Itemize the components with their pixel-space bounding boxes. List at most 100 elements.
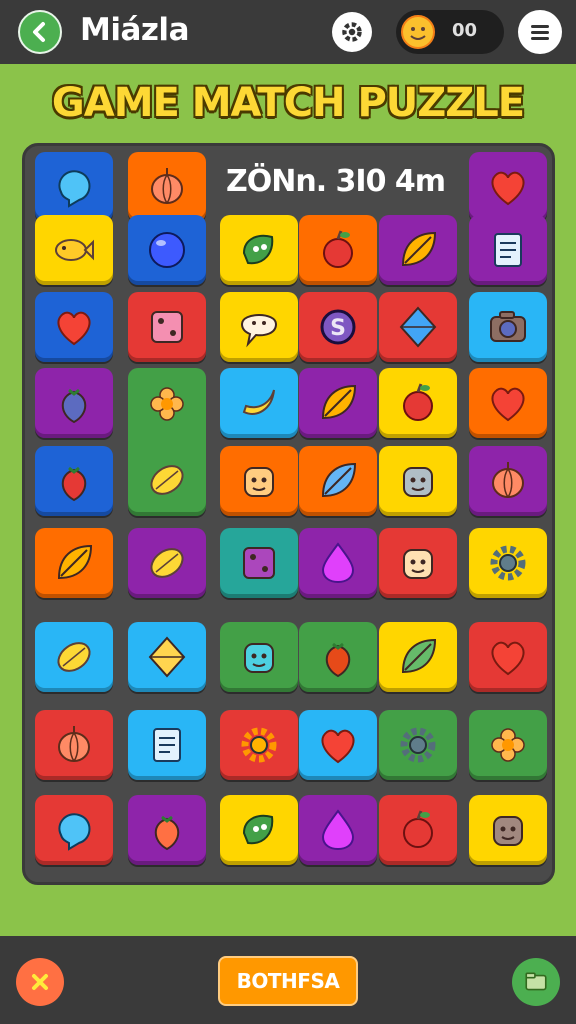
speech-bubble-icon	[240, 314, 278, 348]
tile-r7c0[interactable]	[35, 710, 113, 780]
tile-r2c0[interactable]	[35, 292, 113, 362]
onion-icon	[58, 726, 90, 762]
cowboy-face-icon	[493, 816, 523, 846]
tile-r3c3[interactable]	[299, 368, 377, 438]
tile-r7c3[interactable]	[299, 710, 377, 780]
tile-r3c4[interactable]	[379, 368, 457, 438]
diamond-icon	[148, 636, 186, 678]
hamburger-menu-icon	[531, 25, 549, 40]
tile-r6c4[interactable]	[379, 622, 457, 692]
pink-drop-icon	[321, 542, 355, 584]
tile-r6c5[interactable]	[469, 622, 547, 692]
close-button[interactable]	[16, 958, 64, 1006]
tile-r5c1[interactable]	[128, 528, 206, 598]
tile-r8c5[interactable]	[469, 795, 547, 865]
tile-r5c2[interactable]	[220, 528, 298, 598]
strawberry-icon	[61, 466, 87, 502]
tile-r5c4[interactable]	[379, 528, 457, 598]
tile-r1c1[interactable]	[128, 215, 206, 285]
green-leaf-icon	[401, 638, 437, 674]
orb-icon	[149, 232, 185, 268]
tile-r0c5[interactable]	[469, 152, 547, 222]
coin-counter: 00	[396, 10, 504, 54]
tile-r5c5[interactable]	[469, 528, 547, 598]
lemon-icon	[57, 642, 91, 672]
heart-icon	[57, 311, 91, 346]
tile-r8c2[interactable]	[220, 795, 298, 865]
tile-r1c4[interactable]	[379, 215, 457, 285]
tile-r1c5[interactable]	[469, 215, 547, 285]
tile-r4c0[interactable]	[35, 446, 113, 516]
tile-r0c1[interactable]	[128, 152, 206, 222]
leaf-icon	[57, 544, 93, 580]
cat-face-icon	[244, 467, 274, 497]
lemon-icon	[150, 548, 184, 578]
feather-icon	[321, 462, 357, 498]
flower-and-leaf-icon	[150, 387, 184, 421]
tile-r1c3[interactable]	[299, 215, 377, 285]
game-title: GAME MATCH PUZZLE	[51, 80, 525, 126]
tile-r1c0[interactable]	[35, 215, 113, 285]
leaf-creature-icon	[242, 234, 274, 265]
orange-fruit-icon	[154, 815, 180, 851]
tile-r7c2[interactable]	[220, 710, 298, 780]
menu-button[interactable]	[518, 10, 562, 54]
blob-icon	[58, 170, 91, 208]
gem-bar-icon	[399, 306, 437, 348]
tile-r3c0[interactable]	[35, 368, 113, 438]
leaf-creature-icon	[242, 814, 274, 845]
tile-r5c0[interactable]	[35, 528, 113, 598]
tile-r2c3[interactable]: S	[299, 292, 377, 362]
tile-r6c3[interactable]	[299, 622, 377, 692]
tile-r3c1-tall[interactable]	[128, 368, 206, 516]
tile-r8c0[interactable]	[35, 795, 113, 865]
tile-r4c2[interactable]	[220, 446, 298, 516]
tile-r3c5[interactable]	[469, 368, 547, 438]
pepper-icon	[325, 642, 351, 678]
paper-icon	[494, 233, 522, 267]
leaf-icon	[321, 384, 357, 420]
pink-drop-icon	[321, 809, 355, 851]
onion-icon	[492, 462, 524, 498]
tile-r6c0[interactable]	[35, 622, 113, 692]
bottom-bar: BOTHFSA	[0, 936, 576, 1024]
tile-r2c4[interactable]	[379, 292, 457, 362]
tile-r8c3[interactable]	[299, 795, 377, 865]
lemon-icon	[150, 465, 184, 495]
notepad-icon	[153, 728, 181, 762]
tile-r4c3[interactable]	[299, 446, 377, 516]
tile-r2c1[interactable]	[128, 292, 206, 362]
coin-s-icon: S	[320, 309, 356, 345]
tile-r4c5[interactable]	[469, 446, 547, 516]
onion-icon	[151, 168, 183, 204]
folder-button[interactable]	[512, 958, 560, 1006]
tile-r0c0[interactable]	[35, 152, 113, 222]
tile-r5c3[interactable]	[299, 528, 377, 598]
tile-r7c5[interactable]	[469, 710, 547, 780]
top-bar: Miázla 00	[0, 0, 576, 64]
box-icon	[243, 547, 275, 579]
tile-r1c2[interactable]	[220, 215, 298, 285]
tile-r3c2[interactable]	[220, 368, 298, 438]
tile-r7c1[interactable]	[128, 710, 206, 780]
tile-r8c4[interactable]	[379, 795, 457, 865]
coin-face-icon	[401, 15, 435, 49]
apple-icon	[323, 230, 353, 268]
sun-gear-icon	[241, 727, 277, 763]
blue-fruit-icon	[61, 388, 87, 424]
back-button[interactable]	[18, 10, 62, 54]
settings-button[interactable]	[332, 12, 372, 52]
apple-icon	[403, 810, 433, 848]
tile-r4c4[interactable]	[379, 446, 457, 516]
gear-icon	[490, 545, 526, 581]
tile-r6c2[interactable]	[220, 622, 298, 692]
back-arrow-icon	[33, 22, 45, 42]
tile-r6c1[interactable]	[128, 622, 206, 692]
tile-r2c5[interactable]	[469, 292, 547, 362]
tile-r2c2[interactable]	[220, 292, 298, 362]
tile-r8c1[interactable]	[128, 795, 206, 865]
tile-r7c4[interactable]	[379, 710, 457, 780]
action-button[interactable]: BOTHFSA	[218, 956, 358, 1006]
robot-icon	[403, 467, 433, 497]
heart-icon	[491, 387, 525, 422]
